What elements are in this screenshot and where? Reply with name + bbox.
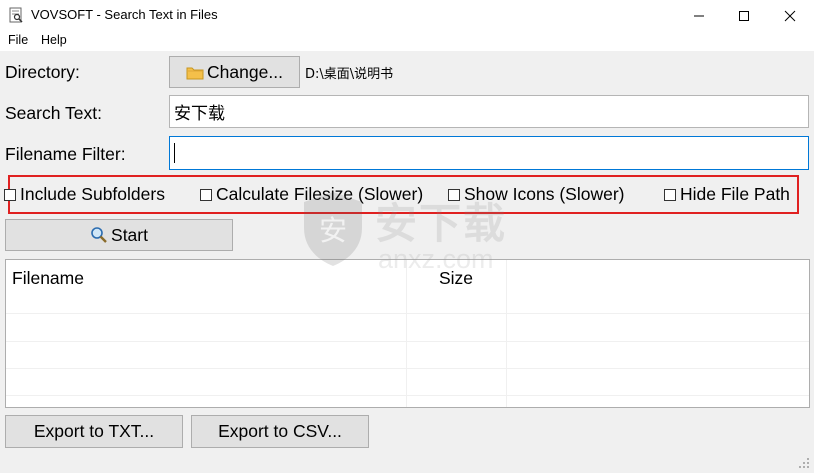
row-divider [6, 395, 809, 396]
start-button[interactable]: Start [5, 219, 233, 251]
show-icons-label: Show Icons (Slower) [464, 184, 625, 204]
results-list[interactable]: Filename Size [5, 259, 810, 408]
minimize-icon [694, 15, 704, 16]
maximize-icon [739, 10, 749, 21]
change-directory-button[interactable]: Change... [169, 56, 300, 88]
maximize-button[interactable] [721, 0, 767, 31]
close-icon [784, 10, 796, 21]
include-subfolders-checkbox[interactable]: Include Subfolders [4, 184, 165, 205]
export-txt-button[interactable]: Export to TXT... [5, 415, 183, 448]
calculate-filesize-label: Calculate Filesize (Slower) [216, 184, 424, 204]
filename-filter-input[interactable] [169, 136, 809, 170]
hide-file-path-label: Hide File Path [680, 184, 790, 204]
row-divider [6, 313, 809, 314]
column-header-filename[interactable]: Filename [12, 268, 84, 289]
change-button-label: Change... [207, 61, 283, 82]
search-text-label: Search Text: [5, 103, 102, 123]
text-caret [174, 143, 175, 163]
resize-grip-icon[interactable] [798, 457, 810, 469]
minimize-button[interactable] [676, 0, 722, 31]
directory-path: D:\桌面\说明书 [305, 67, 394, 82]
column-divider [406, 260, 407, 407]
search-text-input[interactable]: 安下载 [169, 95, 809, 128]
menu-help[interactable]: Help [41, 33, 67, 47]
checkbox-icon [200, 188, 212, 201]
checkbox-icon [448, 188, 460, 201]
show-icons-checkbox[interactable]: Show Icons (Slower) [448, 184, 624, 205]
menu-bar: File Help [0, 31, 814, 51]
folder-icon [186, 67, 204, 79]
column-header-size[interactable]: Size [439, 268, 473, 289]
close-button[interactable] [767, 0, 813, 31]
checkbox-icon [4, 188, 16, 201]
calculate-filesize-checkbox[interactable]: Calculate Filesize (Slower) [200, 184, 423, 205]
row-divider [6, 368, 809, 369]
export-csv-label: Export to CSV... [218, 421, 342, 441]
directory-label: Directory: [5, 62, 80, 82]
search-text-value: 安下载 [174, 104, 225, 124]
window-title: VOVSOFT - Search Text in Files [31, 7, 218, 22]
filename-filter-label: Filename Filter: [5, 144, 126, 164]
svg-text:安: 安 [319, 214, 347, 247]
export-txt-label: Export to TXT... [33, 421, 155, 441]
app-icon [9, 7, 23, 23]
export-csv-button[interactable]: Export to CSV... [191, 415, 369, 448]
search-icon [91, 227, 107, 243]
include-subfolders-label: Include Subfolders [20, 184, 165, 204]
row-divider [6, 341, 809, 342]
start-button-label: Start [111, 224, 148, 245]
title-bar: VOVSOFT - Search Text in Files [0, 0, 814, 31]
checkbox-icon [664, 188, 676, 201]
menu-file[interactable]: File [8, 33, 28, 47]
column-divider [506, 260, 507, 407]
hide-file-path-checkbox[interactable]: Hide File Path [664, 184, 790, 205]
